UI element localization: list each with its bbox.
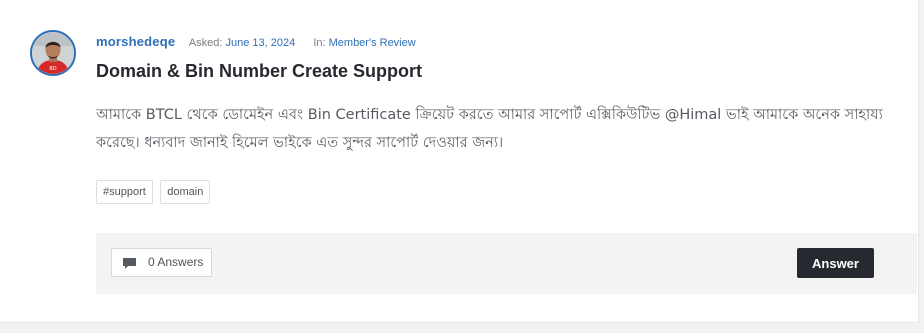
question-title[interactable]: Domain & Bin Number Create Support — [96, 61, 422, 82]
author-link[interactable]: morshedeqe — [96, 34, 175, 49]
asked-label: Asked: — [188, 37, 223, 49]
answer-button[interactable]: Answer — [797, 248, 874, 278]
question-meta: morshedeqe Asked: June 13, 2024 In: Memb… — [96, 34, 416, 49]
tag-support[interactable]: #support — [96, 180, 153, 204]
asked-date-link[interactable]: June 13, 2024 — [225, 37, 295, 49]
avatar[interactable]: BD — [30, 30, 76, 76]
question-footer: 0 Answers Answer — [96, 233, 917, 294]
tag-domain[interactable]: domain — [160, 180, 211, 204]
avatar-image: BD — [32, 32, 74, 74]
answers-count-button[interactable]: 0 Answers — [111, 248, 212, 277]
in-label: In: — [313, 37, 326, 49]
question-body: আমাকে BTCL থেকে ডোমেইন এবং Bin Certifica… — [96, 107, 883, 151]
svg-text:BD: BD — [49, 66, 56, 72]
answers-count-label: 0 Answers — [148, 255, 204, 269]
comment-icon — [123, 258, 136, 269]
tag-list: #support domain — [96, 180, 213, 204]
question-card: BD morshedeqe Asked: June 13, 2024 In: M… — [0, 0, 919, 323]
category-link[interactable]: Member's Review — [329, 37, 416, 49]
